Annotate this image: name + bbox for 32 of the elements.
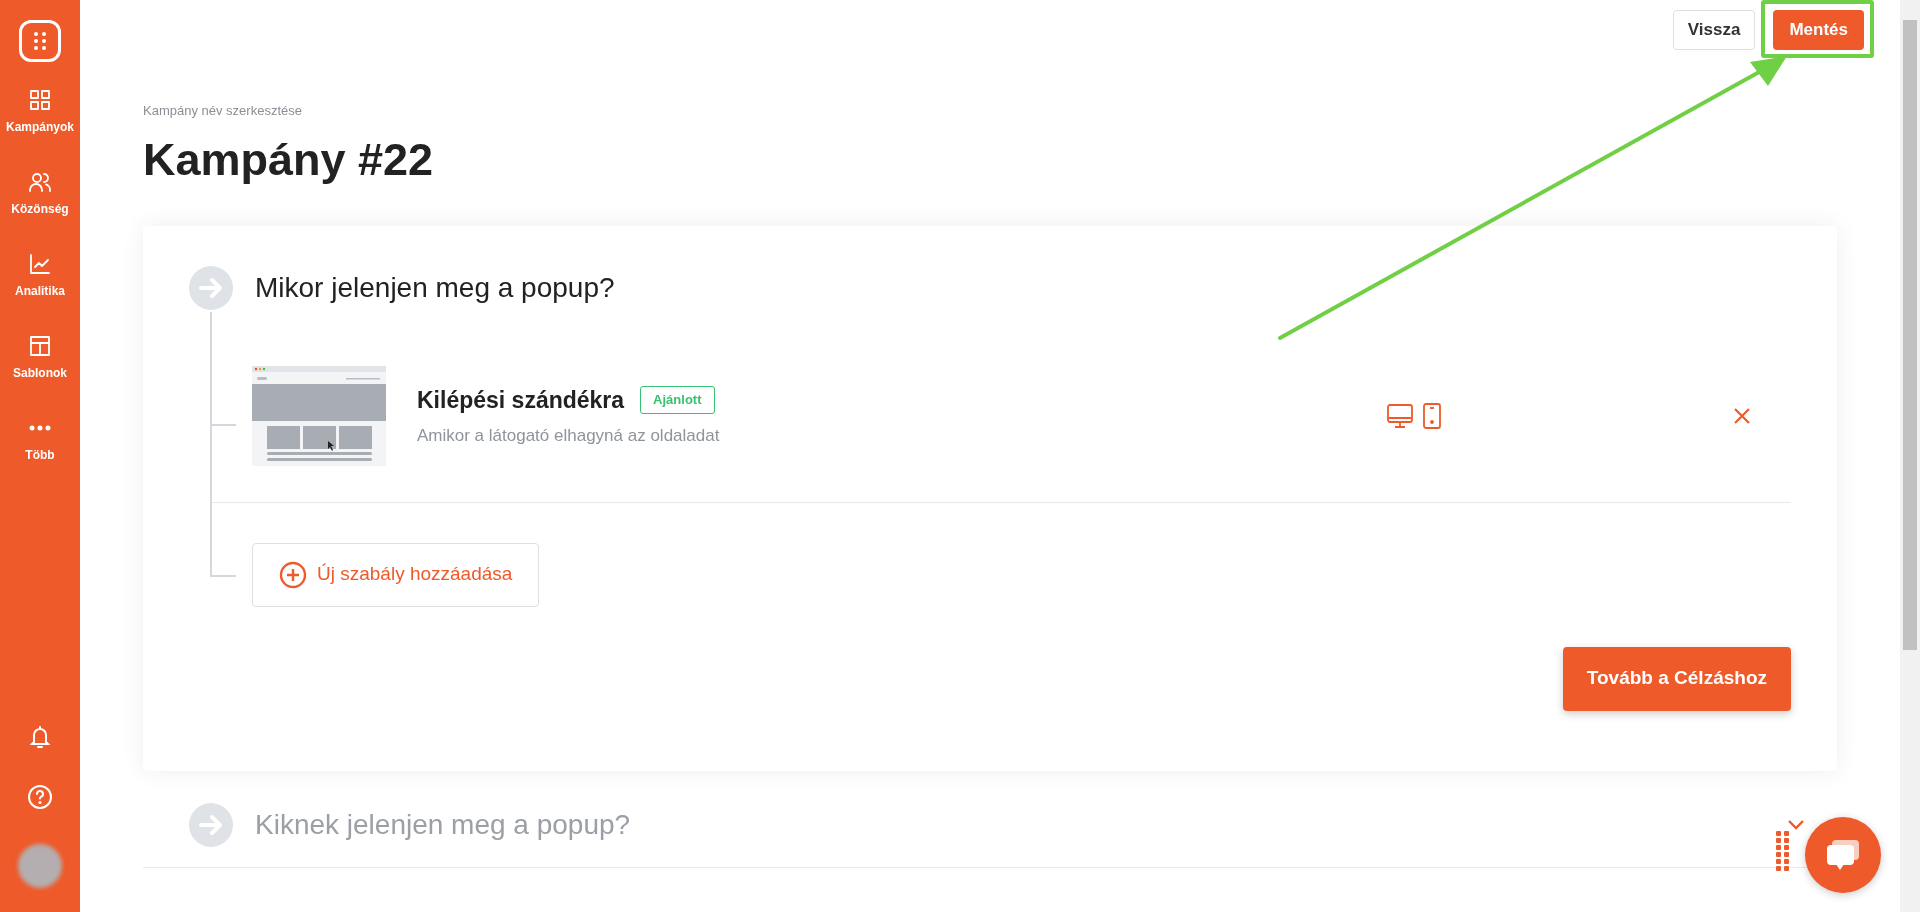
step-title: Mikor jelenjen meg a popup? xyxy=(255,270,615,305)
sidebar-item[interactable]: Közönség xyxy=(7,166,73,222)
add-rule-button[interactable]: Új szabály hozzáadása xyxy=(252,542,540,607)
help-icon[interactable] xyxy=(27,784,53,810)
sidebar-item[interactable]: Kampányok xyxy=(2,84,78,140)
rule-description: Amikor a látogató elhagyná az oldaladat xyxy=(417,425,721,447)
bell-icon[interactable] xyxy=(28,724,52,750)
more-icon xyxy=(28,424,52,432)
logo-icon xyxy=(19,20,61,62)
drag-handle-icon[interactable] xyxy=(1775,830,1791,874)
page-title: Kampány #22 xyxy=(143,136,435,182)
chevron-down-icon xyxy=(1787,818,1805,831)
chat-icon xyxy=(1826,839,1860,871)
save-button[interactable]: Mentés xyxy=(1773,10,1864,50)
arrow-circle-icon xyxy=(189,802,233,847)
grid-icon xyxy=(28,88,52,112)
recommended-badge: Ajánlott xyxy=(640,386,715,414)
rule-name: Kilépési szándékra xyxy=(417,385,625,415)
remove-rule-button[interactable] xyxy=(1733,406,1751,425)
next-button[interactable]: Tovább a Célzáshoz xyxy=(1562,646,1791,711)
plus-circle-icon xyxy=(279,560,307,589)
breadcrumb: Kampány név szerkesztése xyxy=(143,102,303,120)
users-icon xyxy=(28,170,52,194)
sidebar-item[interactable]: Több xyxy=(21,412,59,468)
line-chart-icon xyxy=(28,252,52,276)
back-button[interactable]: Vissza xyxy=(1672,10,1756,50)
chat-button[interactable] xyxy=(1805,817,1881,893)
sidebar-item[interactable]: Sablonok xyxy=(9,330,71,386)
layout-icon xyxy=(28,334,52,358)
arrow-circle-icon xyxy=(189,265,233,310)
collapsed-step-title[interactable]: Kiknek jelenjen meg a popup? xyxy=(255,803,631,846)
sidebar-item[interactable]: Analitika xyxy=(11,248,69,304)
